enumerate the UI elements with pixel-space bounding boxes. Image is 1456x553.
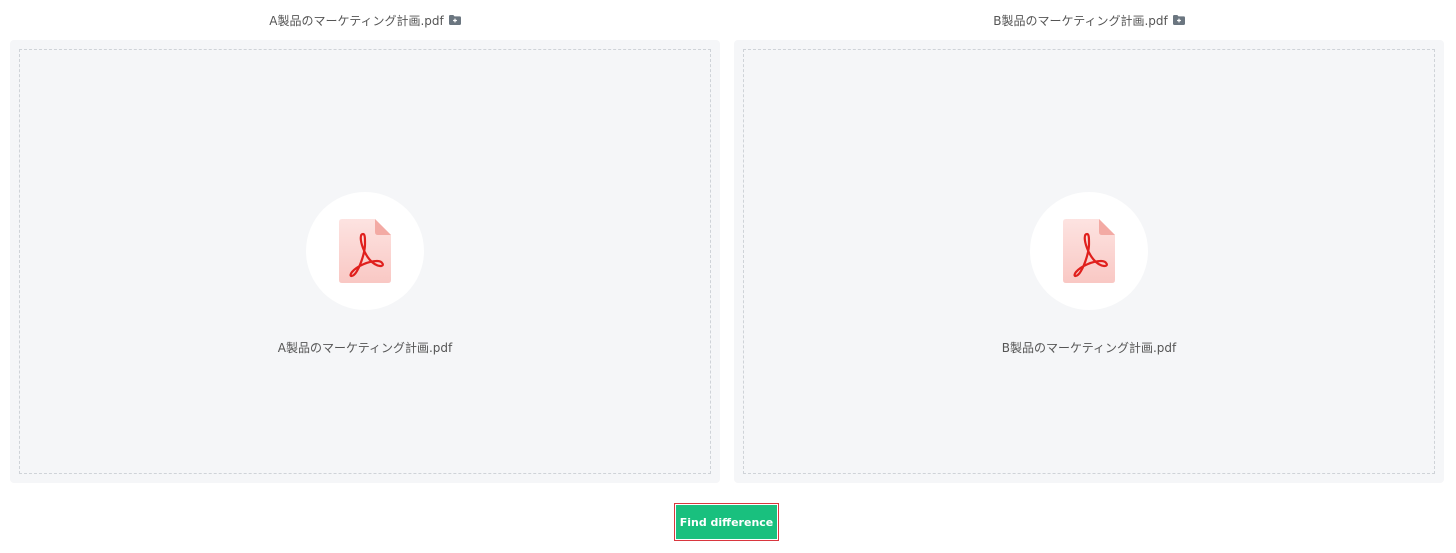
find-difference-button[interactable]: Find difference xyxy=(676,505,777,539)
right-file-preview xyxy=(1030,192,1148,310)
left-file-title: A製品のマーケティング計画.pdf xyxy=(269,13,444,28)
right-file-title: B製品のマーケティング計画.pdf xyxy=(993,13,1168,28)
compare-page: A製品のマーケティング計画.pdf A製品のマーケティング計画.pdf B製品の… xyxy=(0,0,1456,553)
left-panel-header: A製品のマーケティング計画.pdf xyxy=(10,0,720,40)
left-drop-zone[interactable]: A製品のマーケティング計画.pdf xyxy=(10,40,720,483)
right-file-name: B製品のマーケティング計画.pdf xyxy=(1001,341,1177,355)
folder-icon[interactable] xyxy=(448,15,461,25)
left-file-preview xyxy=(306,192,424,310)
right-drop-zone[interactable]: B製品のマーケティング計画.pdf xyxy=(734,40,1444,483)
right-panel: B製品のマーケティング計画.pdf B製品のマーケティング計画.pdf xyxy=(734,0,1444,483)
left-panel: A製品のマーケティング計画.pdf A製品のマーケティング計画.pdf xyxy=(10,0,720,483)
right-panel-header: B製品のマーケティング計画.pdf xyxy=(734,0,1444,40)
left-file-name: A製品のマーケティング計画.pdf xyxy=(277,341,453,355)
right-drop-border: B製品のマーケティング計画.pdf xyxy=(743,49,1435,474)
pdf-file-icon xyxy=(339,219,391,283)
folder-icon[interactable] xyxy=(1172,15,1185,25)
pdf-file-icon xyxy=(1063,219,1115,283)
left-drop-border: A製品のマーケティング計画.pdf xyxy=(19,49,711,474)
find-difference-highlight: Find difference xyxy=(674,503,779,541)
